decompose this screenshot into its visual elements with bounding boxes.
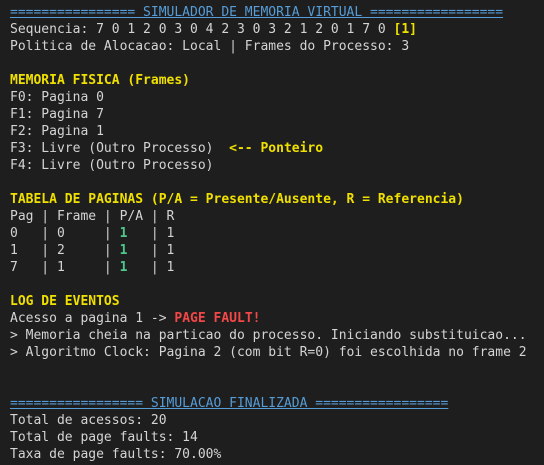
sequence-current-access: [1] [393, 22, 417, 37]
stat-page-fault-rate: Taxa de page faults: 70.00% [10, 447, 222, 462]
frame-f4: F4: Livre (Outro Processo) [10, 158, 214, 173]
page-table-row: 0 | 0 | 1 | 1 [10, 225, 544, 242]
page-table-row: 1 | 2 | 1 | 1 [10, 242, 544, 259]
reference-bit: | 1 [127, 226, 175, 241]
sequence-line: Sequencia: 7 0 1 2 0 3 0 4 2 3 0 3 2 1 2… [10, 21, 544, 38]
access-line: Acesso a pagina 1 -> PAGE FAULT! [10, 310, 544, 327]
page-table-row: 7 | 1 | 1 | 1 [10, 259, 544, 276]
policy-line: Politica de Alocacao: Local | Frames do … [10, 39, 410, 54]
terminal-output: ================ SIMULADOR DE MEMORIA VI… [0, 0, 544, 465]
frame-f1: F1: Pagina 7 [10, 107, 104, 122]
page-table-cells: 1 | 2 | [10, 243, 120, 258]
reference-bit: | 1 [127, 260, 175, 275]
clock-pointer-label: <-- Ponteiro [229, 141, 324, 156]
sequence-label: Sequencia: [10, 22, 97, 37]
page-table-cells: 7 | 1 | [10, 260, 120, 275]
event-log-title: LOG DE EVENTOS [10, 294, 120, 309]
log-message: > Algoritmo Clock: Pagina 2 (com bit R=0… [10, 345, 527, 360]
page-fault-status: PAGE FAULT! [174, 311, 261, 326]
memory-section-title: MEMORIA FISICA (Frames) [10, 73, 191, 88]
page-table-title: TABELA DE PAGINAS (P/A = Presente/Ausent… [10, 192, 464, 207]
access-prefix: Acesso a pagina 1 -> [10, 311, 175, 326]
page-table-cells: 0 | 0 | [10, 226, 120, 241]
page-table-header: Pag | Frame | P/A | R [10, 209, 175, 224]
frame-f3: F3: Livre (Outro Processo) [10, 141, 214, 156]
frame-f2: F2: Pagina 1 [10, 124, 104, 139]
stat-total-accesses: Total de acessos: 20 [10, 413, 167, 428]
log-message: > Memoria cheia na particao do processo.… [10, 328, 527, 343]
simulator-header: ================ SIMULADOR DE MEMORIA VI… [10, 5, 504, 20]
frame-f0: F0: Pagina 0 [10, 90, 104, 105]
stat-total-page-faults: Total de page faults: 14 [10, 430, 198, 445]
reference-bit: | 1 [127, 243, 175, 258]
sequence-values: 7 0 1 2 0 3 0 4 2 3 0 3 2 1 2 0 1 7 0 [96, 22, 394, 37]
simulation-finished-header: ================= SIMULACAO FINALIZADA =… [10, 396, 449, 411]
frame-f3-row: F3: Livre (Outro Processo) <-- Ponteiro [10, 140, 544, 157]
